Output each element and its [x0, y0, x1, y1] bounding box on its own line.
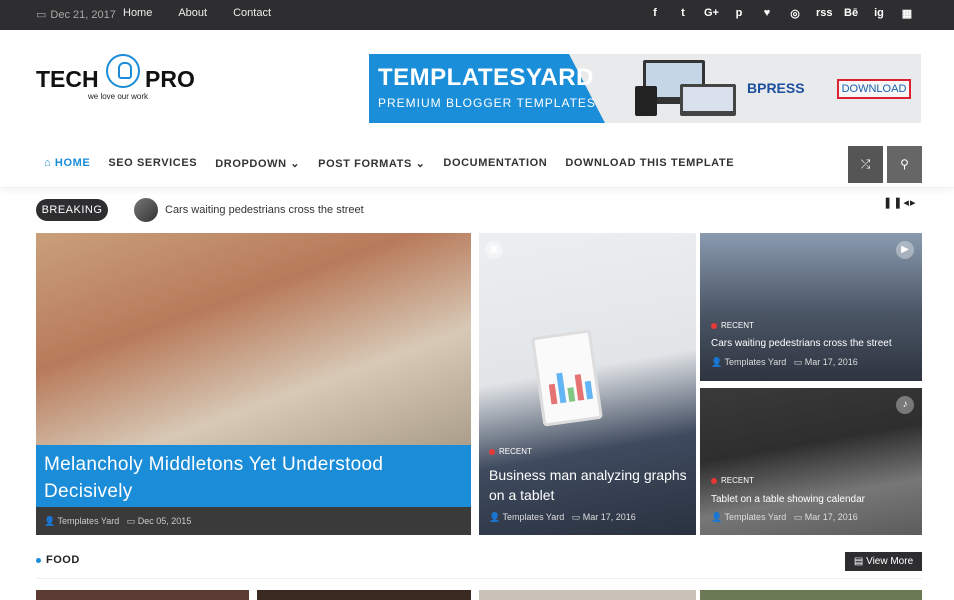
ticker-controls[interactable]: ❚❚◂▸ [883, 196, 916, 209]
laptop-icon [680, 84, 736, 116]
food-post-thumb[interactable] [479, 590, 696, 600]
top-nav-contact[interactable]: Contact [233, 7, 271, 19]
post-author: Templates Yard [57, 516, 120, 526]
ticker-headline[interactable]: Cars waiting pedestrians cross the stree… [165, 204, 364, 216]
header-ad-banner[interactable]: TEMPLATESYARD PREMIUM BLOGGER TEMPLATES … [369, 54, 921, 123]
post-meta: 👤 Templates Yard ▭ Mar 17, 2016 [711, 512, 858, 523]
food-post-thumb[interactable] [257, 590, 471, 600]
featured-post-3[interactable]: ▶ RECENT Cars waiting pedestrians cross … [700, 233, 922, 381]
post-author: Templates Yard [724, 512, 787, 522]
calendar-icon: ▭ [126, 516, 138, 526]
user-icon: 👤 [711, 512, 725, 522]
home-icon: ⌂ [44, 157, 55, 169]
user-icon: 👤 [44, 516, 58, 526]
post-date: Mar 17, 2016 [582, 512, 636, 522]
date-text: Dec 21, 2017 [50, 8, 116, 21]
search-button[interactable]: ⚲ [887, 146, 922, 183]
logo-word-pro: PRO [145, 66, 195, 92]
shuffle-icon: ⤮ [860, 157, 871, 171]
featured-post-main[interactable]: Melancholy Middletons Yet Understood Dec… [36, 233, 471, 535]
behance-icon[interactable]: Bē [844, 7, 858, 20]
tablet-image [531, 329, 603, 427]
post-meta: 👤 Templates Yard ▭ Mar 17, 2016 [489, 512, 636, 523]
post-title[interactable]: Cars waiting pedestrians cross the stree… [711, 338, 916, 349]
post-meta: 👤 Templates Yard ▭ Mar 17, 2016 [711, 357, 858, 368]
post-author: Templates Yard [502, 512, 565, 522]
breaking-label: BREAKING [36, 199, 108, 221]
user-icon: 👤 [711, 357, 725, 367]
featured-post-2[interactable]: ▣ RECENT Business man analyzing graphs o… [479, 233, 696, 535]
calendar-icon: ▭ [36, 9, 47, 21]
user-icon: 👤 [489, 512, 503, 522]
twitter-icon[interactable]: t [676, 7, 690, 20]
main-nav: ⌂ HOME SEO SERVICES DROPDOWN ⌄ POST FORM… [0, 140, 954, 188]
list-icon: ▤ [853, 556, 867, 567]
site-logo[interactable]: TECH PRO we love our work [36, 52, 206, 102]
top-nav: Home About Contact [123, 7, 271, 19]
shuffle-button[interactable]: ⤮ [848, 146, 883, 183]
post-category[interactable]: RECENT [711, 476, 754, 485]
top-nav-home[interactable]: Home [123, 7, 152, 19]
heart-icon[interactable]: ♥ [760, 7, 774, 20]
google-plus-icon[interactable]: G+ [704, 7, 719, 20]
banner-subtitle: PREMIUM BLOGGER TEMPLATES [378, 96, 596, 110]
date-display: ▭ Dec 21, 2017 [36, 8, 116, 22]
banner-title: TEMPLATESYARD [378, 64, 594, 91]
post-date: Mar 17, 2016 [804, 357, 858, 367]
banner-brand: BPRESS [747, 80, 805, 96]
image-icon: ▣ [485, 241, 503, 259]
devices-image [635, 60, 737, 118]
nav-home-label: HOME [54, 157, 91, 169]
food-post-thumb[interactable] [700, 590, 922, 600]
instagram-icon[interactable]: ig [872, 7, 886, 20]
view-more-label: View More [866, 556, 914, 567]
top-bar: ▭ Dec 21, 2017 Home About Contact f t G+… [0, 0, 954, 30]
banner-download-button[interactable]: DOWNLOAD [837, 79, 911, 99]
delicious-icon[interactable]: ▦ [900, 7, 914, 20]
lightbulb-icon [106, 54, 140, 88]
calendar-icon: ▭ [793, 357, 805, 367]
chevron-down-icon: ⌄ [411, 158, 426, 170]
post-title[interactable]: Melancholy Middletons Yet Understood Dec… [36, 445, 471, 507]
nav-seo-services[interactable]: SEO SERVICES [108, 157, 197, 170]
post-meta: 👤 Templates Yard ▭ Dec 05, 2015 [36, 507, 471, 535]
featured-post-4[interactable]: ♪ RECENT Tablet on a table showing calen… [700, 388, 922, 535]
post-title[interactable]: Business man analyzing graphs on a table… [489, 465, 689, 505]
post-title[interactable]: Tablet on a table showing calendar [711, 494, 916, 505]
dribbble-icon[interactable]: ◎ [788, 7, 802, 20]
post-category[interactable]: RECENT [489, 447, 532, 456]
calendar-icon: ▭ [793, 512, 805, 522]
chevron-down-icon: ⌄ [286, 158, 301, 170]
logo-word-tech: TECH [36, 66, 99, 92]
nav-home[interactable]: ⌂ HOME [44, 157, 90, 170]
nav-post-formats-label: POST FORMATS [318, 158, 412, 170]
nav-dropdown[interactable]: DROPDOWN ⌄ [215, 157, 300, 170]
search-icon: ⚲ [900, 157, 909, 171]
section-title: FOOD [36, 554, 80, 566]
ticker-thumbnail[interactable] [134, 198, 158, 222]
music-icon: ♪ [896, 396, 914, 414]
nav-documentation[interactable]: DOCUMENTATION [443, 157, 547, 170]
food-post-thumb[interactable] [36, 590, 249, 600]
nav-download-template[interactable]: DOWNLOAD THIS TEMPLATE [565, 157, 734, 170]
tablet-icon [635, 86, 657, 116]
nav-dropdown-label: DROPDOWN [215, 158, 287, 170]
facebook-icon[interactable]: f [648, 7, 662, 20]
post-date: Dec 05, 2015 [137, 516, 192, 526]
post-category[interactable]: RECENT [711, 321, 754, 330]
logo-tagline: we love our work [88, 92, 149, 101]
calendar-icon: ▭ [571, 512, 583, 522]
view-more-button[interactable]: ▤ View More [845, 552, 922, 571]
post-date: Mar 17, 2016 [804, 512, 858, 522]
rss-icon[interactable]: rss [816, 7, 833, 20]
video-icon: ▶ [896, 241, 914, 259]
social-icons: f t G+ p ♥ ◎ rss Bē ig ▦ [648, 7, 914, 20]
pinterest-icon[interactable]: p [732, 7, 746, 20]
post-author: Templates Yard [724, 357, 787, 367]
section-divider [36, 578, 922, 579]
top-nav-about[interactable]: About [178, 7, 207, 19]
nav-post-formats[interactable]: POST FORMATS ⌄ [318, 157, 425, 170]
